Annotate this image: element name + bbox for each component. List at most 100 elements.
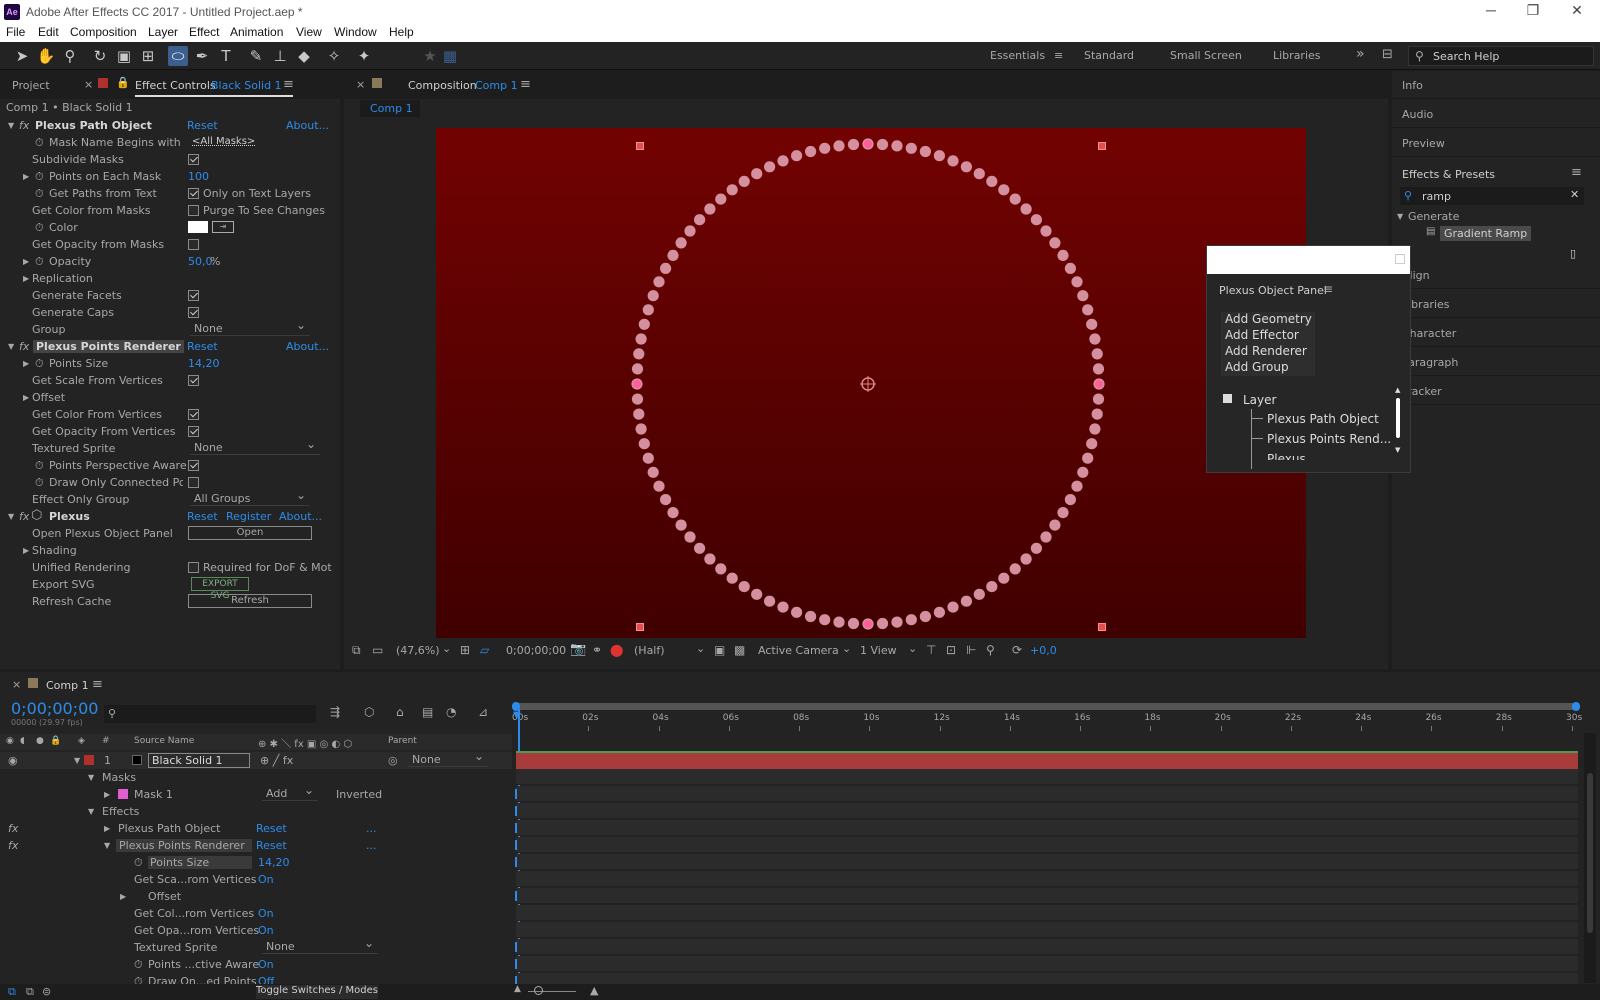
channel-icon[interactable]: ⬤ — [610, 643, 623, 657]
tab-effect-controls[interactable]: Effect Controls — [135, 79, 216, 92]
close-tab-icon[interactable]: × — [12, 678, 21, 691]
col-parent[interactable]: Parent — [388, 736, 417, 746]
panel-info[interactable]: Info — [1402, 79, 1423, 92]
panel-menu-icon[interactable]: ≡ — [520, 77, 531, 92]
close-button[interactable]: ✕ — [1562, 2, 1592, 19]
mask-color-swatch[interactable] — [118, 789, 128, 799]
track-row[interactable] — [516, 803, 1578, 819]
safe-zones-icon[interactable]: ⊞ — [460, 643, 470, 657]
track-row[interactable] — [516, 769, 1578, 785]
purge-checkbox[interactable] — [188, 205, 199, 216]
unified-checkbox[interactable] — [188, 562, 199, 573]
more-link[interactable]: ... — [366, 839, 377, 852]
eyedropper-icon[interactable]: ⇥ — [212, 221, 234, 233]
rotate-tool-icon[interactable]: ↻ — [90, 46, 110, 66]
puppet-pin-tool-icon[interactable]: ✦ — [354, 46, 374, 66]
minimize-button[interactable]: ─ — [1476, 2, 1506, 18]
shy-layers-icon[interactable]: ⌂ — [396, 705, 404, 719]
region-of-interest-icon[interactable]: ▣ — [714, 643, 725, 657]
panel-menu-icon[interactable]: ≡ — [1571, 165, 1582, 180]
tab-effect-controls-layer[interactable]: Black Solid 1 — [211, 79, 282, 92]
property-row[interactable]: Textured Sprite None — [0, 936, 512, 956]
mask-name-value[interactable]: <All Masks> — [192, 136, 255, 147]
fast-preview-icon[interactable]: ⊡ — [946, 643, 956, 657]
workspace-standard[interactable]: Standard — [1084, 49, 1134, 62]
help-search-input[interactable]: ⚲ Search Help — [1408, 46, 1594, 66]
keyframe-marker[interactable] — [515, 823, 517, 833]
work-area-end[interactable] — [1572, 702, 1580, 711]
draft-3d-icon[interactable]: ⬡ — [364, 705, 374, 719]
facets-checkbox[interactable] — [188, 290, 199, 301]
eraser-tool-icon[interactable]: ◆ — [294, 46, 314, 66]
ellipse-tool-icon[interactable]: ⬭ — [168, 46, 188, 66]
views-dropdown[interactable]: 1 View — [860, 644, 897, 657]
pickwhip-icon[interactable]: ◎ — [388, 754, 398, 767]
panel-menu-icon[interactable]: ≡ — [283, 77, 294, 92]
refresh-button[interactable]: Refresh — [188, 594, 312, 608]
timeline-icon[interactable]: ⊩ — [966, 643, 976, 657]
menu-animation[interactable]: Animation — [230, 25, 283, 39]
zoom-dropdown[interactable]: (47,6%) — [396, 644, 440, 657]
subdivide-checkbox[interactable] — [188, 154, 199, 165]
keyframe-marker[interactable] — [515, 857, 517, 867]
keyframe-marker[interactable] — [515, 891, 517, 901]
menu-view[interactable]: View — [296, 25, 322, 39]
perspective-checkbox[interactable] — [188, 460, 199, 471]
property-dropdown[interactable]: None — [262, 936, 378, 954]
transfer-controls-icon[interactable]: ⧉ — [26, 985, 34, 999]
reset-link[interactable]: Reset — [256, 839, 287, 852]
effect-row[interactable]: fx ▶ Plexus Path Object Reset ... — [0, 820, 512, 837]
workspace-essentials[interactable]: Essentials — [990, 49, 1045, 62]
property-row[interactable]: Get Opa...rom Vertices On — [0, 922, 512, 939]
tree-item-plexus[interactable]: Plexus — [1267, 452, 1306, 460]
group-dropdown[interactable]: None — [190, 318, 310, 336]
pen-tool-icon[interactable]: ✒ — [192, 46, 212, 66]
track-row[interactable] — [516, 888, 1578, 904]
property-row[interactable]: Get Sca...rom Vertices On — [0, 871, 512, 888]
graph-editor-icon[interactable]: ⊿ — [478, 705, 488, 719]
tree-item-points-renderer[interactable]: Plexus Points Rend... — [1267, 432, 1395, 446]
col-source-name[interactable]: Source Name — [134, 736, 194, 746]
add-renderer-button[interactable]: Add Renderer — [1225, 344, 1307, 358]
row-replication[interactable]: ▶ Replication — [0, 270, 328, 287]
workspace-libraries[interactable]: Libraries — [1273, 49, 1321, 62]
tab-composition[interactable]: Composition — [408, 79, 477, 92]
keyframe-marker[interactable] — [515, 840, 517, 850]
property-value[interactable]: On — [258, 873, 274, 886]
layer-row[interactable]: ◉ ▼ 1 Black Solid 1 ⊕ ╱ fx ◎ None — [0, 749, 512, 769]
hand-tool-icon[interactable]: ✋ — [36, 46, 56, 66]
export-svg-button[interactable]: EXPORT SVG — [191, 577, 249, 601]
sprite-dropdown[interactable]: None — [190, 437, 320, 455]
add-effector-button[interactable]: Add Effector — [1225, 328, 1299, 342]
camera-dropdown[interactable]: Active Camera — [758, 644, 839, 657]
more-workspaces-icon[interactable]: » — [1356, 46, 1365, 62]
track-row[interactable] — [516, 905, 1578, 921]
menu-effect[interactable]: Effect — [189, 25, 219, 39]
toggle-pixel-icon[interactable]: ⊤ — [926, 643, 936, 657]
clear-search-icon[interactable]: ✕ — [1570, 188, 1579, 201]
reset-link[interactable]: Reset — [256, 822, 287, 835]
track-row[interactable] — [516, 837, 1578, 853]
workspace-menu-icon[interactable]: ≡ — [1054, 49, 1063, 62]
brush-tool-icon[interactable]: ✎ — [246, 46, 266, 66]
layer-handle-br[interactable] — [1098, 623, 1106, 631]
tab-composition-name[interactable]: Comp 1 — [475, 79, 518, 92]
workspace-small-screen[interactable]: Small Screen — [1170, 49, 1242, 62]
track-row[interactable] — [516, 922, 1578, 938]
sync-settings-icon[interactable]: ⊟ — [1382, 47, 1393, 62]
track-row[interactable] — [516, 854, 1578, 870]
color-swatch[interactable] — [188, 221, 208, 233]
mask-mode-dropdown[interactable]: Add — [262, 783, 318, 801]
composition-viewer[interactable] — [436, 128, 1306, 638]
row-offset[interactable]: ▶ Offset — [0, 389, 328, 406]
maximize-button[interactable]: ❐ — [1518, 2, 1548, 19]
timeline-current-time[interactable]: 0;00;00;00 — [11, 699, 98, 718]
draw-connected-checkbox[interactable] — [188, 477, 199, 488]
track-row[interactable] — [516, 939, 1578, 955]
selection-tool-icon[interactable]: ➤ — [12, 46, 32, 66]
property-row[interactable]: ⏱ Points Size 14,20 — [0, 854, 512, 871]
reset-link[interactable]: Reset — [187, 340, 218, 353]
effect-only-dropdown[interactable]: All Groups — [190, 488, 310, 506]
zoom-in-icon[interactable]: ▲ — [590, 984, 598, 997]
effect-header-plexus[interactable]: ▼ fx ⬡ Plexus Reset Register About... — [0, 508, 328, 525]
